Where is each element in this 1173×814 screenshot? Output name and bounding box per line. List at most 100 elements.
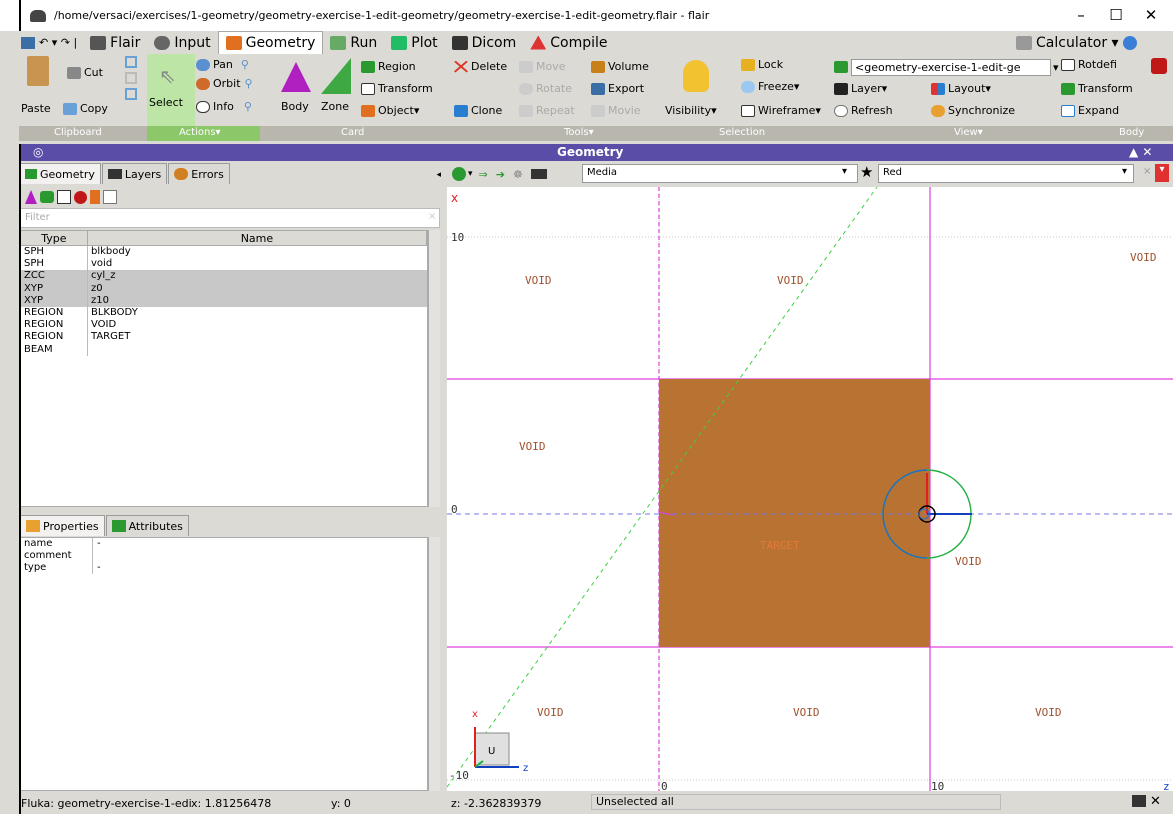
region-button[interactable]: Region	[361, 60, 416, 73]
media-select[interactable]: Media	[582, 164, 858, 183]
color-select[interactable]: Red	[878, 164, 1134, 183]
tab-input[interactable]: Input	[147, 31, 217, 54]
save-icon[interactable]	[21, 36, 35, 49]
repeat-button[interactable]: Repeat	[519, 104, 575, 117]
zone-button[interactable]: Zone	[321, 100, 349, 113]
arrow-icon[interactable]: ⇒	[479, 168, 488, 181]
group-view[interactable]: View▾	[954, 127, 983, 138]
info-button[interactable]: Info ⚲	[196, 100, 252, 113]
body-filter-icon[interactable]	[25, 190, 37, 204]
rotdefi-button[interactable]: Rotdefi	[1061, 58, 1117, 71]
transform2-button[interactable]: Transform	[1061, 82, 1133, 95]
clear-filter-icon[interactable]: ×	[428, 211, 436, 222]
body-button[interactable]: Body	[281, 100, 309, 113]
region-filter-icon[interactable]	[40, 191, 54, 203]
tab-plot[interactable]: Plot	[384, 31, 444, 54]
star-icon[interactable]: ★	[860, 163, 873, 181]
tab-geometry[interactable]: Geometry	[217, 31, 324, 54]
tab-geometry-list[interactable]: Geometry	[19, 163, 101, 184]
media-dropdown-icon[interactable]: ▾	[842, 166, 847, 177]
undo-icon[interactable]: ↶ ▾ ↷ |	[39, 36, 77, 49]
visibility-button[interactable]: Visibility▾	[665, 104, 717, 117]
lock-button[interactable]: Lock	[741, 58, 783, 71]
column-type[interactable]: Type	[21, 231, 88, 245]
zone-icon[interactable]	[321, 58, 351, 94]
help-icon[interactable]	[1123, 35, 1138, 50]
tab-compile[interactable]: Compile	[523, 31, 614, 54]
zoom-icon-2[interactable]: ⚲	[245, 77, 253, 90]
property-row[interactable]: name -	[21, 538, 427, 550]
delete-button[interactable]: Delete	[454, 60, 507, 73]
grid-icons[interactable]	[124, 54, 137, 106]
column-name[interactable]: Name	[88, 231, 427, 245]
maximize-button[interactable]: ☐	[1101, 4, 1131, 26]
tab-attributes[interactable]: Attributes	[105, 515, 189, 536]
refresh-button[interactable]: Refresh	[834, 104, 893, 117]
table-row[interactable]: REGION VOID	[21, 319, 427, 332]
color-swatch[interactable]: ▾	[1155, 164, 1169, 182]
visibility-icon[interactable]	[683, 60, 709, 92]
viewport-move-icon[interactable]	[452, 167, 466, 181]
arrow-right-icon[interactable]: ➔	[496, 168, 505, 181]
clone-button[interactable]: Clone	[454, 104, 502, 117]
export-button[interactable]: Export	[591, 82, 644, 95]
tab-dicom[interactable]: Dicom	[445, 31, 524, 54]
transform-filter-icon[interactable]	[57, 190, 71, 204]
body-icon[interactable]	[281, 62, 311, 92]
volume-button[interactable]: Volume	[591, 60, 649, 73]
color-dropdown-icon[interactable]: ▾	[1122, 166, 1127, 177]
move-button[interactable]: Move	[519, 60, 566, 73]
layout-button[interactable]: Layout▾	[931, 82, 991, 95]
table-row[interactable]: REGION BLKBODY	[21, 306, 427, 320]
group-actions[interactable]: Actions▾	[179, 127, 221, 138]
gear-icon[interactable]: ☸	[513, 168, 523, 181]
expand-button[interactable]: Expand	[1061, 104, 1119, 117]
body-cube-icon[interactable]	[1151, 58, 1167, 74]
paste-icon[interactable]	[27, 56, 49, 86]
close-button[interactable]: ✕	[1136, 4, 1166, 26]
filter-input[interactable]: Filter	[20, 208, 440, 228]
property-value[interactable]: -	[93, 538, 101, 550]
table-row[interactable]: XYP z10	[21, 294, 427, 307]
synchronize-button[interactable]: Synchronize	[931, 104, 1015, 117]
copy-button[interactable]: Copy	[63, 102, 108, 115]
transform-button[interactable]: Transform	[361, 82, 433, 95]
object-filter-icon[interactable]	[74, 190, 87, 204]
tools-icon[interactable]: ✕	[1150, 794, 1161, 809]
tab-errors[interactable]: Errors	[168, 163, 230, 184]
orbit-button[interactable]: Orbit ⚲	[196, 77, 253, 90]
table-row[interactable]: REGION TARGET	[21, 331, 427, 344]
cut-button[interactable]: Cut	[67, 66, 103, 79]
zoom-icon[interactable]: ⚲	[241, 58, 249, 71]
table-row[interactable]: BEAM	[21, 343, 427, 356]
panel-menu-icon[interactable]: ◎	[33, 145, 43, 159]
pan-button[interactable]: Pan ⚲	[196, 58, 249, 71]
target-region[interactable]	[659, 379, 930, 647]
screenshot-icon[interactable]	[1132, 795, 1146, 807]
table-row[interactable]: XYP z0	[21, 282, 427, 295]
properties-scrollbar[interactable]	[428, 537, 440, 791]
table-row[interactable]: SPH void	[21, 258, 427, 271]
property-row[interactable]: comment	[21, 550, 427, 562]
rotate-button[interactable]: Rotate	[519, 82, 572, 95]
freeze-button[interactable]: Freeze▾	[741, 80, 799, 93]
calculator-button[interactable]: Calculator ▾	[1009, 31, 1144, 54]
property-value[interactable]	[93, 550, 97, 562]
tab-flair[interactable]: Flair	[83, 31, 147, 54]
pointer-filter-icon[interactable]	[103, 190, 117, 204]
property-value[interactable]: -	[93, 562, 101, 574]
tab-layers[interactable]: Layers	[101, 163, 168, 184]
zoom-icon-3[interactable]: ⚲	[244, 100, 252, 113]
panel-controls[interactable]: ▲ ✕	[1129, 145, 1152, 159]
layer-button[interactable]: Layer▾	[834, 82, 887, 95]
movie-button[interactable]: Movie	[591, 104, 641, 117]
tab-properties[interactable]: Properties	[20, 515, 105, 536]
chevron-down-icon[interactable]: ▾	[468, 169, 473, 179]
clear-color-icon[interactable]: ×	[1143, 166, 1151, 177]
tab-run[interactable]: Run	[323, 31, 384, 54]
minimize-button[interactable]: –	[1066, 4, 1096, 26]
view-selector[interactable]: <geometry-exercise-1-edit-ge ▾	[834, 58, 1059, 76]
list-scrollbar[interactable]	[428, 230, 440, 507]
object-button[interactable]: Object▾	[361, 104, 419, 117]
property-row[interactable]: type -	[21, 562, 427, 574]
